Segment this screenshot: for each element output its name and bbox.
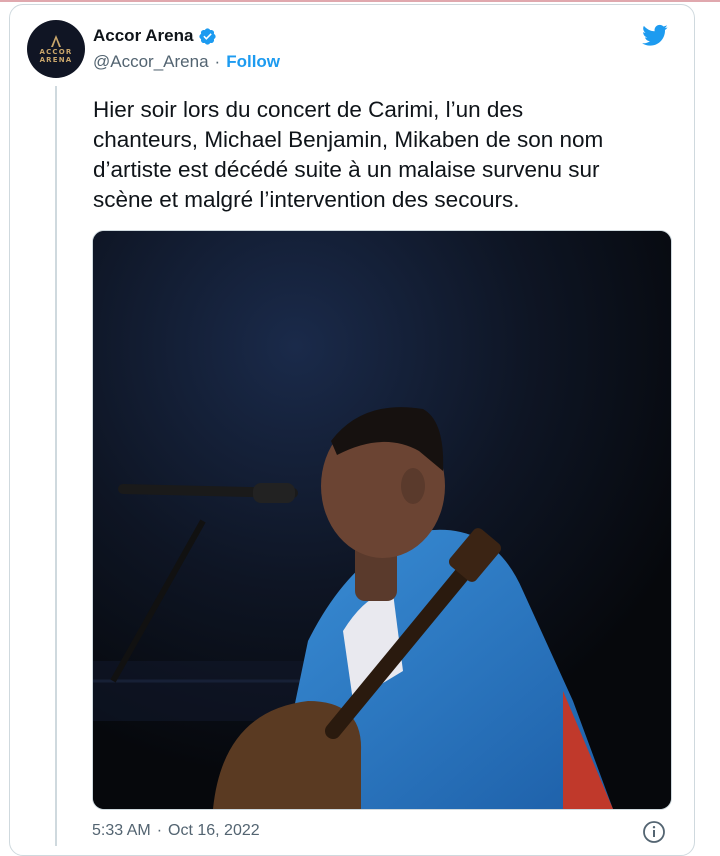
separator-dot: · [156, 822, 163, 839]
concert-photo-illustration [93, 231, 671, 809]
tweet-text: Hier soir lors du concert de Carimi, l’u… [93, 95, 673, 215]
verified-badge-icon [199, 27, 217, 45]
twitter-bird-icon[interactable] [640, 22, 670, 48]
tweet-timestamp[interactable]: 5:33 AM · Oct 16, 2022 [92, 822, 260, 840]
accor-logo-icon [51, 35, 61, 47]
account-name-row: Accor Arena [93, 26, 217, 46]
tweet-text-line: scène et malgré l’intervention des secou… [93, 187, 520, 212]
account-handle[interactable]: @Accor_Arena [93, 52, 209, 72]
account-name[interactable]: Accor Arena [93, 26, 193, 46]
avatar-text-line-2: ARENA [39, 56, 73, 64]
info-icon[interactable] [642, 820, 666, 844]
follow-button[interactable]: Follow [226, 52, 280, 72]
separator-dot: · [214, 52, 221, 71]
tweet-text-line: d’artiste est décédé suite à un malaise … [93, 157, 600, 182]
thread-line [55, 86, 57, 846]
tweet-text-line: Hier soir lors du concert de Carimi, l’u… [93, 97, 524, 122]
tweet-time: 5:33 AM [92, 822, 151, 839]
avatar-text-line-1: ACCOR [39, 48, 73, 56]
page-top-border [0, 0, 720, 2]
avatar[interactable]: ACCOR ARENA [27, 20, 85, 78]
tweet-photo[interactable] [92, 230, 672, 810]
tweet-date: Oct 16, 2022 [168, 822, 260, 839]
account-handle-row: @Accor_Arena · Follow [93, 52, 280, 72]
tweet-text-line: chanteurs, Michael Benjamin, Mikaben de … [93, 127, 604, 152]
